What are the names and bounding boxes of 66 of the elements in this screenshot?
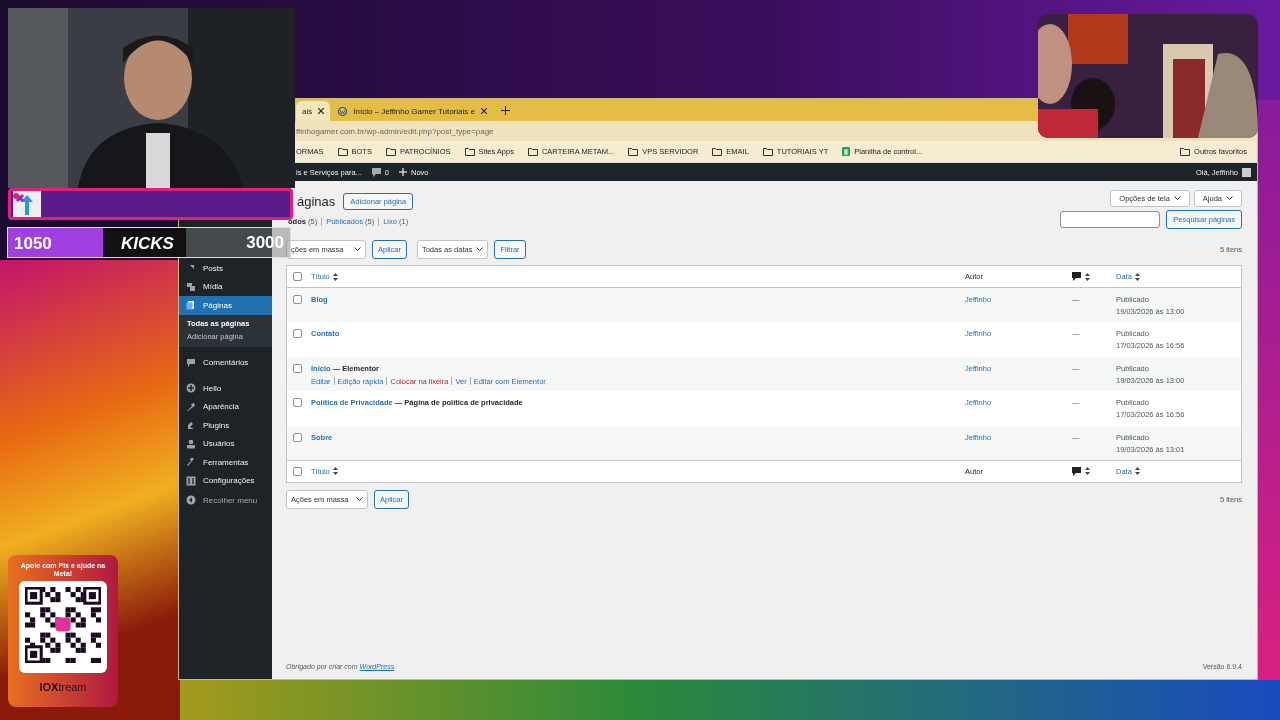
qr-code-icon [25, 587, 101, 664]
folder-icon [762, 147, 773, 156]
row-checkbox[interactable] [293, 432, 302, 442]
spreadsheet-icon [842, 147, 851, 156]
sort-icon [1134, 272, 1140, 281]
caret-icon [354, 247, 361, 252]
folder-icon [527, 147, 538, 156]
page-title: áginas [297, 194, 336, 209]
row-checkbox[interactable] [293, 295, 302, 304]
sidebar-item[interactable]: Plugins [179, 416, 272, 435]
close-icon[interactable] [480, 108, 487, 114]
collapse-icon [186, 495, 196, 505]
close-icon[interactable] [318, 108, 325, 114]
avatar-icon [1242, 167, 1251, 177]
select-all-checkbox[interactable] [293, 466, 302, 476]
sidebar-item[interactable]: Configurações [179, 471, 272, 490]
caret-icon [476, 247, 484, 252]
comment-icon [371, 167, 381, 177]
plus-circle-icon [186, 383, 196, 394]
select-all-checkbox[interactable] [293, 272, 302, 281]
sort-icon [1085, 272, 1090, 281]
pages-icon [186, 300, 196, 311]
row-checkbox[interactable] [293, 363, 302, 373]
sidebar-item[interactable]: Recolher menu [179, 490, 272, 510]
goal-label: KICKS [103, 228, 186, 257]
address-bar[interactable]: ffinhogamer.com.br/wp-admin/edit.php?post_type=page [296, 126, 494, 136]
sort-icon [332, 467, 338, 476]
browser-tab[interactable]: ais [296, 101, 331, 121]
sidebar-item[interactable]: Comentários [179, 353, 272, 372]
browser-tab[interactable]: Início – Jeffinho Gamer Tutoriais e [332, 101, 493, 121]
caret-icon [356, 496, 363, 502]
folder-icon [712, 147, 723, 156]
search-field[interactable] [1060, 211, 1161, 228]
sort-icon [1134, 467, 1140, 476]
folder-icon [337, 147, 348, 156]
sort-icon [1085, 467, 1090, 476]
sidebar-item[interactable]: Hello [179, 379, 272, 398]
folder-icon [1180, 147, 1191, 156]
sidebar-item[interactable]: Ferramentas [179, 453, 272, 472]
folder-icon [385, 147, 396, 156]
folder-icon [464, 147, 475, 156]
caret-icon [1173, 196, 1181, 201]
sidebar-item[interactable]: Páginas [179, 296, 272, 315]
user-icon [186, 438, 196, 449]
sort-icon [332, 272, 338, 281]
comment-icon [1072, 466, 1081, 476]
brand-logo: IOXtream [39, 681, 87, 694]
plus-icon [399, 168, 408, 176]
logo-icon [13, 191, 41, 217]
sidebar-item[interactable]: Posts [179, 259, 272, 278]
brush-icon [186, 401, 196, 412]
wordpress-icon [338, 106, 348, 116]
goal-current: 1050 [8, 228, 103, 257]
comment-icon [186, 357, 196, 368]
folder-icon [628, 147, 639, 156]
sidebar-item[interactable]: Usuários [179, 434, 272, 453]
media-icon [186, 281, 196, 292]
new-tab-icon[interactable] [500, 106, 510, 115]
sidebar-item[interactable]: Mídia [179, 277, 272, 296]
settings-icon [186, 475, 196, 486]
row-checkbox[interactable] [293, 398, 302, 408]
sidebar-item[interactable]: Aparência [179, 397, 272, 416]
wrench-icon [186, 457, 196, 468]
row-checkbox[interactable] [293, 329, 302, 339]
caret-icon [1226, 196, 1233, 201]
comment-icon [1072, 272, 1081, 281]
